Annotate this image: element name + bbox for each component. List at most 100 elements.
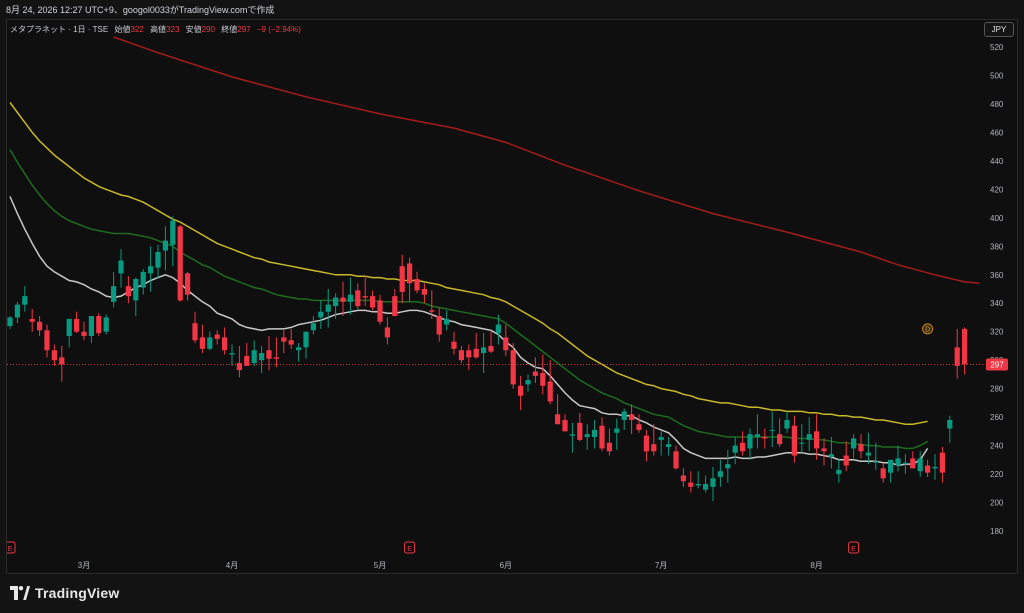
candle-body xyxy=(836,469,842,475)
candle-body xyxy=(577,422,583,440)
candle-body xyxy=(162,240,168,251)
candle-body xyxy=(762,437,768,439)
candle-body xyxy=(407,263,413,284)
candle-body xyxy=(791,425,797,456)
candle-body xyxy=(629,414,635,420)
close-value: 297 xyxy=(237,25,251,34)
dividend-marker-label: D xyxy=(925,326,930,333)
candle-body xyxy=(88,316,94,336)
candle-body xyxy=(858,444,864,452)
y-tick-label: 200 xyxy=(990,499,1004,508)
change-value: −9 (−2.94%) xyxy=(256,25,301,34)
x-tick-label: 6月 xyxy=(500,561,512,570)
y-tick-label: 500 xyxy=(990,71,1004,80)
candle-body xyxy=(340,297,346,302)
candle-body xyxy=(133,279,139,301)
candle-body xyxy=(851,438,857,449)
candle-body xyxy=(111,286,117,302)
y-tick-label: 460 xyxy=(990,128,1004,137)
candle-body xyxy=(251,350,257,364)
candle-body xyxy=(592,429,598,438)
candle-body xyxy=(777,434,783,445)
candle-body xyxy=(717,471,723,477)
y-tick-label: 340 xyxy=(990,299,1004,308)
candle-body xyxy=(281,337,287,342)
candle-body xyxy=(806,434,812,440)
candle-body xyxy=(547,381,553,402)
candle-body xyxy=(732,445,738,453)
candle-body xyxy=(481,347,487,354)
currency-button[interactable]: JPY xyxy=(984,22,1014,37)
candle-body xyxy=(643,435,649,452)
bottom-bar xyxy=(0,574,1024,613)
candle-body xyxy=(44,330,50,351)
chart-frame[interactable]: 1802002202402602803003203403603804004204… xyxy=(6,19,1018,574)
candle-body xyxy=(392,296,398,317)
tradingview-logo-icon xyxy=(10,586,30,600)
candle-body xyxy=(495,324,501,334)
candle-body xyxy=(81,331,87,336)
candle-body xyxy=(673,451,679,469)
candle-body xyxy=(525,380,531,385)
candle-body xyxy=(66,318,72,336)
candle-body xyxy=(910,458,916,469)
candle-body xyxy=(466,350,472,358)
low-label: 安値 xyxy=(185,25,202,34)
candle-body xyxy=(917,458,923,472)
candle-body xyxy=(703,484,709,490)
candle-body xyxy=(843,455,849,466)
candle-body xyxy=(540,372,546,386)
candle-body xyxy=(185,273,191,295)
candle-body xyxy=(562,419,568,432)
candle-body xyxy=(177,226,183,301)
candle-body xyxy=(51,350,57,361)
y-tick-label: 240 xyxy=(990,442,1004,451)
candle-body xyxy=(362,296,368,298)
candle-body xyxy=(954,347,960,366)
candle-body xyxy=(784,419,790,429)
candle-body xyxy=(148,266,154,274)
candle-body xyxy=(962,328,968,365)
y-tick-label: 380 xyxy=(990,242,1004,251)
candle-body xyxy=(747,434,753,449)
candle-body xyxy=(695,484,701,486)
candle-body xyxy=(873,461,879,463)
candlestick-chart[interactable]: 1802002202402602803003203403603804004204… xyxy=(7,20,1017,573)
high-value: 323 xyxy=(166,25,180,34)
tradingview-logo-text: TradingView xyxy=(35,585,120,601)
candle-body xyxy=(325,304,331,312)
candle-body xyxy=(888,459,894,473)
candle-body xyxy=(458,350,464,361)
candle-body xyxy=(821,448,827,452)
candle-body xyxy=(22,296,28,305)
candle-body xyxy=(259,353,265,361)
candle-body xyxy=(939,452,945,473)
candle-body xyxy=(377,300,383,322)
candle-body xyxy=(666,444,672,448)
candle-body xyxy=(333,297,339,307)
candle-body xyxy=(606,442,612,452)
symbol-legend: メタプラネット · 1日 · TSE 始値322 高値323 安値290 終値2… xyxy=(10,24,301,35)
tradingview-logo[interactable]: TradingView xyxy=(10,585,119,601)
candle-body xyxy=(429,310,435,312)
earnings-marker-label: E xyxy=(8,546,13,553)
candle-body xyxy=(754,434,760,438)
candle-body xyxy=(74,318,80,332)
open-value: 322 xyxy=(130,25,144,34)
candle-body xyxy=(7,317,13,327)
x-tick-label: 8月 xyxy=(810,561,822,570)
candle-body xyxy=(273,357,279,359)
candle-body xyxy=(518,385,524,396)
candle-body xyxy=(510,350,516,385)
y-tick-label: 320 xyxy=(990,328,1004,337)
candle-body xyxy=(599,425,605,449)
earnings-marker-label: E xyxy=(851,546,856,553)
candle-body xyxy=(310,323,316,331)
candle-body xyxy=(296,347,302,351)
candle-body xyxy=(725,464,731,469)
candle-body xyxy=(925,465,931,473)
ma-long-line xyxy=(9,102,928,425)
candle-body xyxy=(895,458,901,466)
high-label: 高値 xyxy=(150,25,167,34)
y-tick-label: 260 xyxy=(990,413,1004,422)
